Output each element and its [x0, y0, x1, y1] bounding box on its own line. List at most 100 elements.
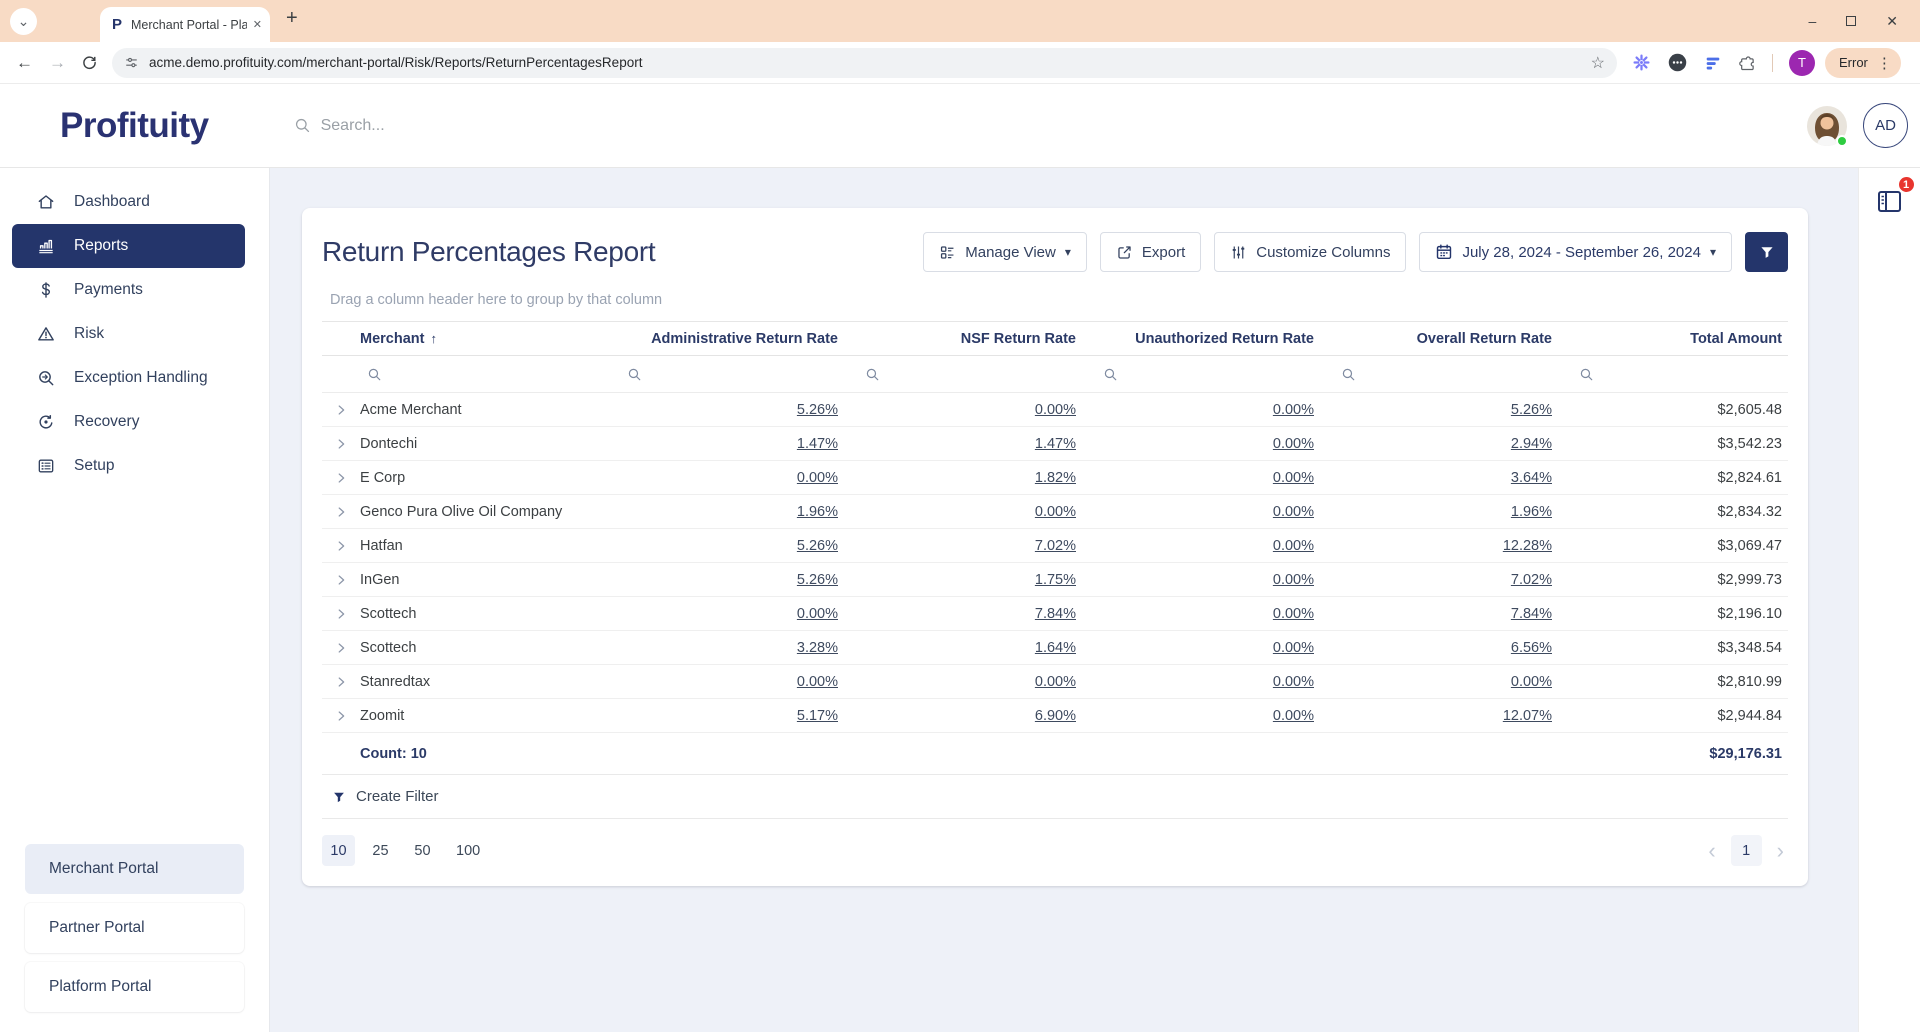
forward-button[interactable]: → — [49, 53, 66, 73]
account-initials-button[interactable]: AD — [1863, 103, 1908, 148]
nsf-rate-link[interactable]: 7.84% — [1035, 606, 1076, 622]
notifications-panel-button[interactable]: 1 — [1873, 184, 1907, 218]
administrative-rate-link[interactable]: 5.26% — [797, 538, 838, 554]
next-page-button[interactable]: › — [1777, 840, 1784, 862]
row-expand-icon[interactable] — [334, 675, 348, 689]
extensions-puzzle-icon[interactable] — [1738, 54, 1756, 72]
administrative-rate-link[interactable]: 5.26% — [797, 402, 838, 418]
filter-cell-total[interactable] — [1572, 367, 1788, 382]
filter-cell-nsf[interactable] — [858, 367, 1096, 382]
overall-rate-link[interactable]: 6.56% — [1511, 640, 1552, 656]
sidebar-item-risk[interactable]: Risk — [12, 312, 245, 356]
browser-tab[interactable]: P Merchant Portal - PlatformNext ✕ — [100, 7, 270, 42]
back-button[interactable]: ← — [16, 53, 33, 73]
unauthorized-rate-link[interactable]: 0.00% — [1273, 436, 1314, 452]
customize-columns-button[interactable]: Customize Columns — [1214, 232, 1406, 272]
kebab-menu-icon[interactable]: ⋮ — [1877, 54, 1892, 72]
export-button[interactable]: Export — [1100, 232, 1201, 272]
filter-button[interactable] — [1745, 232, 1788, 272]
user-avatar[interactable] — [1807, 106, 1847, 146]
row-expand-icon[interactable] — [334, 573, 348, 587]
portal-button-platform-portal[interactable]: Platform Portal — [25, 962, 244, 1012]
new-tab-button[interactable]: + — [286, 7, 298, 30]
row-expand-icon[interactable] — [334, 437, 348, 451]
table-row[interactable]: Acme Merchant5.26%0.00%0.00%5.26%$2,605.… — [322, 393, 1788, 427]
portal-button-partner-portal[interactable]: Partner Portal — [25, 903, 244, 953]
row-expand-icon[interactable] — [334, 709, 348, 723]
create-filter-button[interactable]: Create Filter — [322, 775, 1788, 819]
manage-view-button[interactable]: Manage View ▾ — [923, 232, 1087, 272]
sidebar-item-payments[interactable]: Payments — [12, 268, 245, 312]
column-header-unauthorized-return-rate[interactable]: Unauthorized Return Rate — [1096, 331, 1334, 347]
column-header-nsf-return-rate[interactable]: NSF Return Rate — [858, 331, 1096, 347]
page-size-10[interactable]: 10 — [322, 835, 355, 866]
previous-page-button[interactable]: ‹ — [1708, 840, 1715, 862]
nsf-rate-link[interactable]: 0.00% — [1035, 402, 1076, 418]
page-size-25[interactable]: 25 — [364, 835, 397, 866]
overall-rate-link[interactable]: 5.26% — [1511, 402, 1552, 418]
table-row[interactable]: Stanredtax0.00%0.00%0.00%0.00%$2,810.99 — [322, 665, 1788, 699]
date-range-button[interactable]: July 28, 2024 - September 26, 2024 ▾ — [1419, 232, 1732, 272]
tab-close-icon[interactable]: ✕ — [253, 18, 262, 31]
unauthorized-rate-link[interactable]: 0.00% — [1273, 674, 1314, 690]
column-header-administrative-return-rate[interactable]: Administrative Return Rate — [620, 331, 858, 347]
unauthorized-rate-link[interactable]: 0.00% — [1273, 504, 1314, 520]
overall-rate-link[interactable]: 1.96% — [1511, 504, 1552, 520]
filter-cell-merchant[interactable] — [360, 367, 620, 382]
overall-rate-link[interactable]: 7.02% — [1511, 572, 1552, 588]
bookmark-star-icon[interactable]: ☆ — [1591, 53, 1605, 73]
sidebar-item-dashboard[interactable]: Dashboard — [12, 180, 245, 224]
table-row[interactable]: InGen5.26%1.75%0.00%7.02%$2,999.73 — [322, 563, 1788, 597]
nsf-rate-link[interactable]: 0.00% — [1035, 504, 1076, 520]
column-header-merchant[interactable]: Merchant↑ — [360, 331, 620, 347]
overall-rate-link[interactable]: 7.84% — [1511, 606, 1552, 622]
current-page-button[interactable]: 1 — [1731, 835, 1762, 866]
unauthorized-rate-link[interactable]: 0.00% — [1273, 640, 1314, 656]
table-row[interactable]: Hatfan5.26%7.02%0.00%12.28%$3,069.47 — [322, 529, 1788, 563]
overall-rate-link[interactable]: 0.00% — [1511, 674, 1552, 690]
table-row[interactable]: Scottech3.28%1.64%0.00%6.56%$3,348.54 — [322, 631, 1788, 665]
window-maximize-button[interactable] — [1846, 14, 1856, 28]
row-expand-icon[interactable] — [334, 403, 348, 417]
nsf-rate-link[interactable]: 6.90% — [1035, 708, 1076, 724]
window-minimize-button[interactable]: – — [1808, 14, 1816, 28]
nsf-rate-link[interactable]: 1.47% — [1035, 436, 1076, 452]
overall-rate-link[interactable]: 12.28% — [1503, 538, 1552, 554]
site-info-icon[interactable] — [124, 55, 139, 70]
nsf-rate-link[interactable]: 1.82% — [1035, 470, 1076, 486]
row-expand-icon[interactable] — [334, 607, 348, 621]
browser-profile-avatar[interactable]: T — [1789, 50, 1815, 76]
tab-search-button[interactable]: ⌄ — [10, 8, 37, 35]
nsf-rate-link[interactable]: 0.00% — [1035, 674, 1076, 690]
portal-button-merchant-portal[interactable]: Merchant Portal — [25, 844, 244, 894]
administrative-rate-link[interactable]: 5.26% — [797, 572, 838, 588]
filter-cell-overall[interactable] — [1334, 367, 1572, 382]
search-input[interactable] — [321, 117, 641, 135]
unauthorized-rate-link[interactable]: 0.00% — [1273, 708, 1314, 724]
url-bar[interactable]: acme.demo.profituity.com/merchant-portal… — [112, 48, 1617, 78]
page-size-100[interactable]: 100 — [448, 835, 488, 866]
column-header-total-amount[interactable]: Total Amount — [1572, 331, 1788, 347]
column-header-overall-return-rate[interactable]: Overall Return Rate — [1334, 331, 1572, 347]
administrative-rate-link[interactable]: 1.96% — [797, 504, 838, 520]
page-size-50[interactable]: 50 — [406, 835, 439, 866]
row-expand-icon[interactable] — [334, 505, 348, 519]
browser-error-menu[interactable]: Error ⋮ — [1825, 48, 1901, 78]
chat-dots-extension-icon[interactable] — [1667, 52, 1688, 73]
filter-cell-administrative[interactable] — [620, 367, 858, 382]
administrative-rate-link[interactable]: 0.00% — [797, 606, 838, 622]
flower-extension-icon[interactable] — [1632, 53, 1651, 72]
table-row[interactable]: Genco Pura Olive Oil Company1.96%0.00%0.… — [322, 495, 1788, 529]
unauthorized-rate-link[interactable]: 0.00% — [1273, 606, 1314, 622]
administrative-rate-link[interactable]: 0.00% — [797, 470, 838, 486]
overall-rate-link[interactable]: 2.94% — [1511, 436, 1552, 452]
table-row[interactable]: Scottech0.00%7.84%0.00%7.84%$2,196.10 — [322, 597, 1788, 631]
sidebar-item-recovery[interactable]: Recovery — [12, 400, 245, 444]
unauthorized-rate-link[interactable]: 0.00% — [1273, 402, 1314, 418]
administrative-rate-link[interactable]: 5.17% — [797, 708, 838, 724]
nsf-rate-link[interactable]: 7.02% — [1035, 538, 1076, 554]
row-expand-icon[interactable] — [334, 641, 348, 655]
sidebar-item-exception-handling[interactable]: Exception Handling — [12, 356, 245, 400]
unauthorized-rate-link[interactable]: 0.00% — [1273, 572, 1314, 588]
unauthorized-rate-link[interactable]: 0.00% — [1273, 538, 1314, 554]
